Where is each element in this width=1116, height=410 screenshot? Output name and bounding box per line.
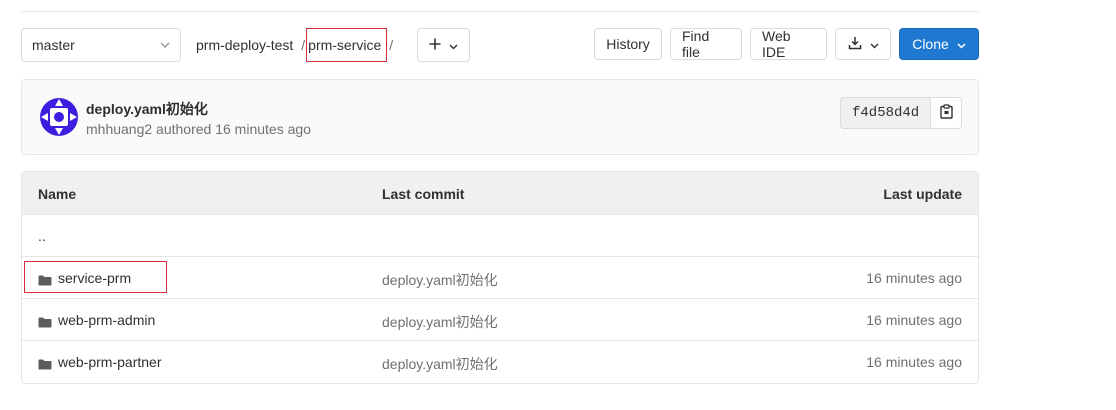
row-commit-message[interactable]: deploy.yaml初始化 (382, 270, 498, 290)
table-row[interactable]: web-prm-admin deploy.yaml初始化 16 minutes … (22, 299, 978, 341)
top-divider (21, 11, 979, 12)
branch-name: master (32, 37, 75, 53)
find-file-button[interactable]: Find file (670, 28, 742, 60)
folder-name: web-prm-partner (58, 354, 162, 370)
repo-toolbar: master prm-deploy-test / prm-service / H… (21, 28, 979, 62)
row-commit-message[interactable]: deploy.yaml初始化 (382, 354, 498, 374)
header-last-update: Last update (883, 186, 962, 202)
folder-name: service-prm (58, 270, 132, 286)
chevron-down-icon (870, 36, 879, 52)
table-row[interactable]: web-prm-partner deploy.yaml初始化 16 minute… (22, 341, 978, 383)
folder-icon (38, 273, 52, 285)
chevron-down-icon (160, 39, 170, 51)
row-commit-message[interactable]: deploy.yaml初始化 (382, 312, 498, 332)
header-last-commit: Last commit (382, 186, 465, 202)
avatar[interactable] (39, 97, 79, 137)
plus-icon (429, 37, 441, 53)
clone-label: Clone (912, 36, 949, 52)
row-updated-time: 16 minutes ago (866, 354, 962, 370)
folder-icon (38, 315, 52, 327)
folder-icon (38, 357, 52, 369)
row-updated-time: 16 minutes ago (866, 270, 962, 286)
download-dropdown-button[interactable] (835, 28, 891, 60)
add-file-dropdown-button[interactable] (417, 28, 470, 62)
parent-dir-link[interactable]: .. (38, 228, 46, 244)
commit-sha[interactable]: f4d58d4d (841, 98, 932, 128)
commit-author-meta: mhhuang2 authored 16 minutes ago (86, 121, 311, 137)
copy-sha-button[interactable] (931, 98, 962, 128)
table-row-parent[interactable]: .. (22, 215, 978, 257)
breadcrumb: prm-deploy-test / prm-service / (196, 28, 393, 62)
folder-link[interactable]: web-prm-admin (38, 312, 155, 328)
breadcrumb-project[interactable]: prm-deploy-test (196, 37, 293, 53)
chevron-down-icon (957, 36, 966, 52)
breadcrumb-current-dir[interactable]: prm-service (306, 28, 388, 62)
table-header: Name Last commit Last update (22, 172, 978, 215)
commit-title[interactable]: deploy.yaml初始化 (86, 99, 208, 119)
commit-sha-group: f4d58d4d (840, 97, 963, 129)
clipboard-icon (940, 104, 953, 122)
folder-name: web-prm-admin (58, 312, 156, 328)
branch-dropdown[interactable]: master (21, 28, 181, 62)
header-name: Name (38, 186, 77, 202)
folder-link[interactable]: service-prm (38, 270, 131, 286)
history-button[interactable]: History (594, 28, 662, 60)
folder-link[interactable]: web-prm-partner (38, 354, 161, 370)
breadcrumb-trailing-separator: / (389, 37, 394, 53)
file-tree-table: Name Last commit Last update .. service-… (21, 171, 979, 384)
table-row[interactable]: service-prm deploy.yaml初始化 16 minutes ag… (22, 257, 978, 299)
breadcrumb-separator: / (301, 37, 306, 53)
download-icon (848, 36, 862, 53)
web-ide-button[interactable]: Web IDE (750, 28, 827, 60)
row-updated-time: 16 minutes ago (866, 312, 962, 328)
last-commit-panel: deploy.yaml初始化 mhhuang2 authored 16 minu… (21, 79, 979, 155)
clone-button[interactable]: Clone (899, 28, 979, 60)
chevron-down-icon (449, 37, 458, 53)
